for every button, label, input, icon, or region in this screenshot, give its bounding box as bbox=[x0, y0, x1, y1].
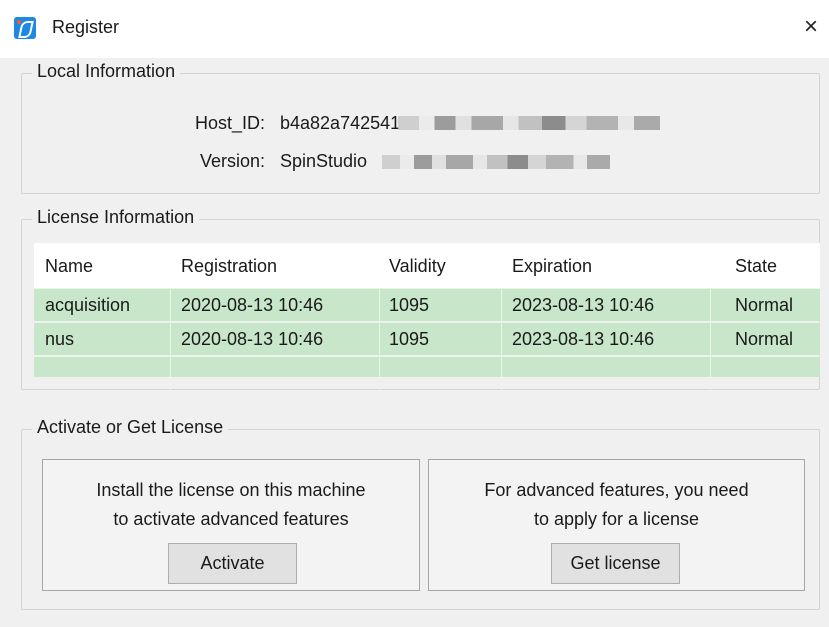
close-icon[interactable]: × bbox=[796, 12, 826, 42]
table-cell: Normal bbox=[735, 329, 794, 349]
activate-panel: Install the license on this machine to a… bbox=[42, 459, 420, 591]
table-cell: 2023-08-13 10:46 bbox=[512, 295, 655, 315]
table-cell: acquisition bbox=[45, 295, 131, 315]
local-information-group: Local Information bbox=[21, 61, 820, 194]
table-cell: 1095 bbox=[389, 329, 430, 349]
column-divider bbox=[170, 288, 171, 390]
table-cell: nus bbox=[45, 329, 75, 349]
version-value: SpinStudio bbox=[280, 151, 368, 171]
activate-button[interactable]: Activate bbox=[168, 543, 297, 584]
table-row[interactable] bbox=[34, 356, 820, 377]
column-divider bbox=[379, 288, 380, 390]
title-bar: Register × bbox=[0, 0, 829, 58]
table-row[interactable]: acquisition 2020-08-13 10:46 1095 2023-0… bbox=[34, 288, 820, 321]
license-information-legend: License Information bbox=[32, 207, 200, 228]
column-divider bbox=[710, 288, 711, 390]
table-cell: 2020-08-13 10:46 bbox=[181, 329, 324, 349]
app-icon bbox=[14, 17, 36, 39]
get-license-button[interactable]: Get license bbox=[551, 543, 680, 584]
table-cell: 2020-08-13 10:46 bbox=[181, 295, 324, 315]
table-row[interactable]: nus 2020-08-13 10:46 1095 2023-08-13 10:… bbox=[34, 322, 820, 355]
activate-description-line1: Install the license on this machine bbox=[96, 480, 366, 500]
column-header-name[interactable]: Name bbox=[45, 256, 93, 277]
column-header-registration[interactable]: Registration bbox=[181, 256, 277, 277]
redacted-version bbox=[382, 155, 610, 169]
get-license-description-line1: For advanced features, you need bbox=[484, 480, 749, 500]
redacted-host-id bbox=[398, 116, 660, 130]
window-title: Register bbox=[52, 17, 120, 37]
activate-description-line2: to activate advanced features bbox=[113, 509, 349, 529]
table-cell: 1095 bbox=[389, 295, 430, 315]
column-header-expiration[interactable]: Expiration bbox=[512, 256, 592, 277]
get-license-panel: For advanced features, you need to apply… bbox=[428, 459, 805, 591]
column-header-validity[interactable]: Validity bbox=[389, 256, 446, 277]
table-cell: 2023-08-13 10:46 bbox=[512, 329, 655, 349]
local-information-legend: Local Information bbox=[32, 61, 181, 82]
column-divider bbox=[501, 288, 502, 390]
host-id-value: b4a82a742541 bbox=[280, 113, 401, 133]
activate-license-legend: Activate or Get License bbox=[32, 417, 229, 438]
column-header-state[interactable]: State bbox=[735, 256, 777, 277]
version-label: Version: bbox=[199, 151, 265, 171]
table-cell: Normal bbox=[735, 295, 794, 315]
table-header: Name Registration Validity Expiration St… bbox=[34, 243, 820, 288]
host-id-label: Host_ID: bbox=[194, 113, 265, 133]
get-license-description-line2: to apply for a license bbox=[533, 509, 700, 529]
